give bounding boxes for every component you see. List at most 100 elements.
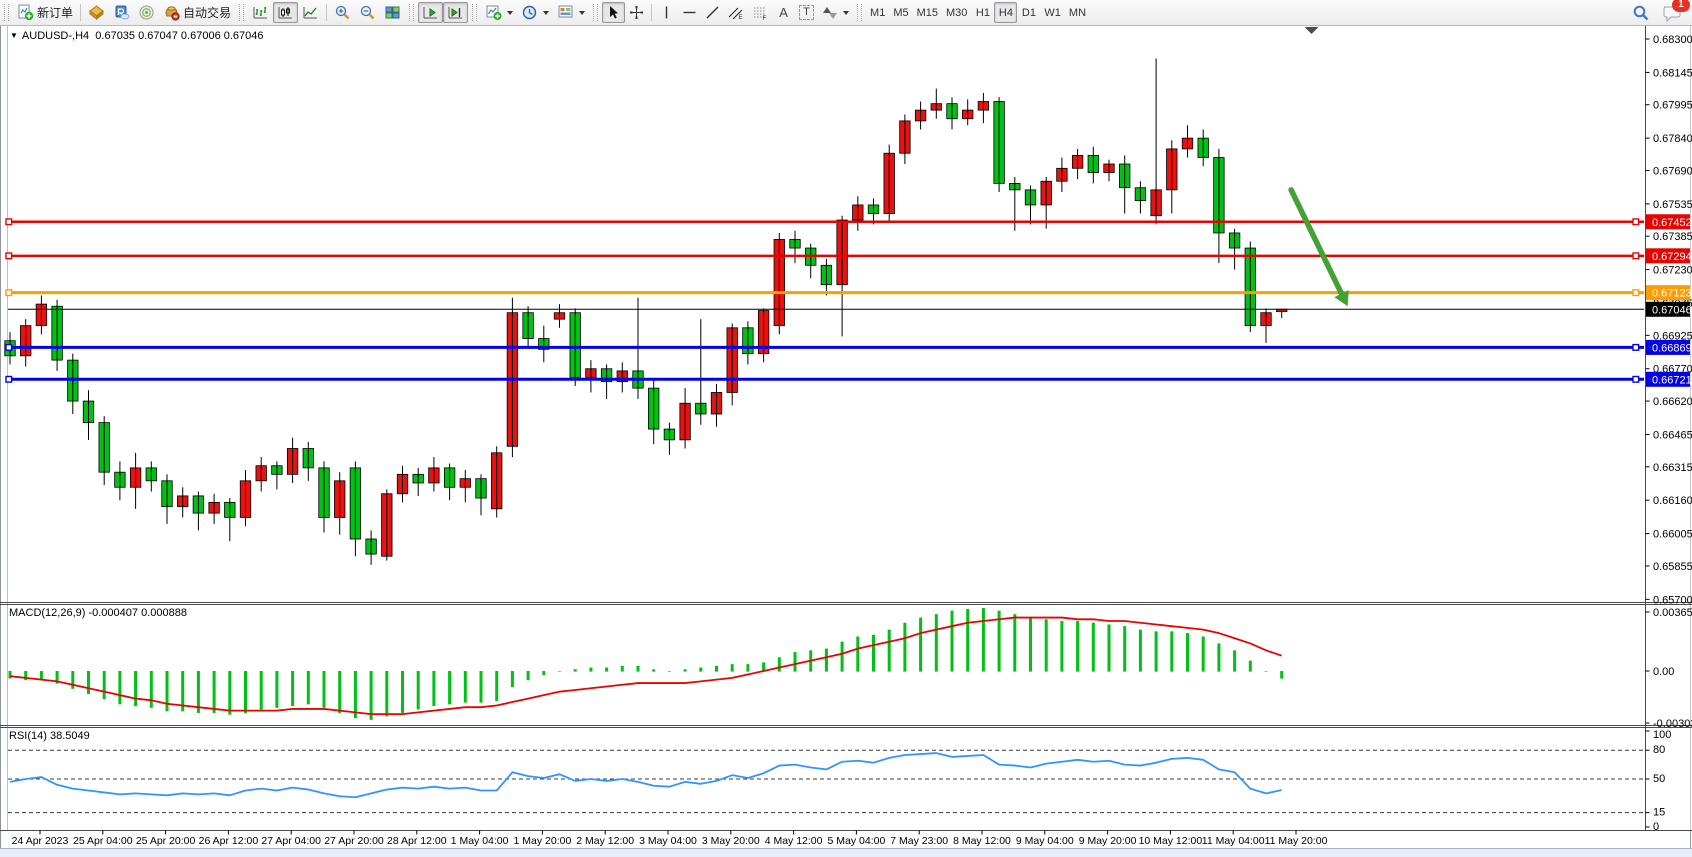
tile-windows-button[interactable] [380, 2, 405, 23]
toolbar-grip[interactable] [472, 4, 477, 21]
zoom-out-button[interactable] [355, 2, 380, 23]
price-badge-label: 0.66721 [1652, 374, 1692, 386]
timeframe-label: W1 [1044, 7, 1061, 19]
indicators-button[interactable] [481, 2, 517, 23]
line-anchor[interactable] [6, 377, 12, 383]
price-axis-tick: 0.67385 [1653, 231, 1692, 243]
channel-icon: E [728, 5, 744, 21]
line-chart-icon [302, 4, 319, 21]
text-button[interactable]: A [772, 2, 795, 23]
search-icon[interactable] [1632, 4, 1650, 22]
macd-axis-tick: 0.00 [1653, 666, 1674, 678]
timeframe-m15[interactable]: M15 [913, 2, 942, 23]
fibonacci-icon: F [752, 5, 768, 21]
timeframe-h4[interactable]: H4 [994, 2, 1017, 23]
cursor-icon [606, 5, 621, 20]
line-anchor[interactable] [1633, 377, 1639, 383]
signals-button[interactable] [109, 2, 134, 23]
price-axis-tick: 0.65700 [1653, 594, 1692, 606]
autotrading-button[interactable]: 自动交易 [159, 2, 235, 23]
rsi-axis-tick: 50 [1653, 773, 1665, 785]
candlestick-icon [277, 4, 294, 21]
line-anchor[interactable] [1633, 345, 1639, 351]
trendline-icon [705, 5, 720, 20]
timeframe-w1[interactable]: W1 [1040, 2, 1065, 23]
auto-scroll-button[interactable] [418, 2, 443, 23]
time-axis-tick: 11 May 20:00 [1265, 835, 1328, 847]
chart-title: ▼AUDUSD-,H4 0.67035 0.67047 0.67006 0.67… [10, 30, 264, 42]
timeframe-label: D1 [1022, 7, 1036, 19]
chevron-down-icon [843, 11, 849, 15]
timeframe-h1[interactable]: H1 [971, 2, 994, 23]
time-axis-tick: 8 May 12:00 [953, 835, 1011, 847]
time-axis-tick: 3 May 20:00 [702, 835, 760, 847]
crosshair-button[interactable] [625, 2, 648, 23]
line-anchor[interactable] [1633, 219, 1639, 225]
vertical-line-button[interactable] [655, 2, 678, 23]
chart-shift-button[interactable] [443, 2, 468, 23]
chart-area[interactable]: 0.683000.681450.679950.678400.676900.675… [0, 0, 1692, 857]
timeframe-label: M5 [893, 7, 908, 19]
line-chart-button[interactable] [298, 2, 323, 23]
notification-badge: 1 [1672, 0, 1690, 12]
community-button[interactable] [134, 2, 159, 23]
line-anchor[interactable] [1633, 253, 1639, 259]
line-anchor[interactable] [6, 219, 12, 225]
price-axis-tick: 0.68145 [1653, 67, 1692, 79]
timeframe-group: M1 M5 M15 M30 H1H4 D1 W1 MN [866, 2, 1090, 23]
line-anchor[interactable] [6, 345, 12, 351]
timeframe-m5[interactable]: M5 [889, 2, 912, 23]
line-anchor[interactable] [6, 253, 12, 259]
timeframe-label: M30 [946, 7, 967, 19]
market-button[interactable] [84, 2, 109, 23]
price-axis-tick: 0.67230 [1653, 265, 1692, 277]
rsi-indicator-label: RSI(14) 38.5049 [9, 730, 90, 742]
time-axis-tick: 9 May 04:00 [1016, 835, 1074, 847]
time-axis-tick: 26 Apr 12:00 [199, 835, 259, 847]
rsi-axis-tick: 100 [1653, 729, 1671, 741]
price-axis-tick: 0.66465 [1653, 429, 1692, 441]
periods-button[interactable] [517, 2, 553, 23]
toolbar-grip[interactable] [409, 4, 414, 21]
toolbar-grip[interactable] [239, 4, 244, 21]
bar-chart-button[interactable] [248, 2, 273, 23]
zoom-in-button[interactable] [330, 2, 355, 23]
shapes-button[interactable] [818, 2, 853, 23]
templates-icon [557, 4, 574, 21]
timeframe-label: MN [1069, 7, 1086, 19]
trendline-button[interactable] [701, 2, 724, 23]
cursor-button[interactable] [602, 2, 625, 23]
timeframe-d1[interactable]: D1 [1017, 2, 1040, 23]
channel-button[interactable]: E [724, 2, 748, 23]
fibonacci-button[interactable]: F [748, 2, 772, 23]
candlestick-chart-button[interactable] [273, 2, 298, 23]
macd-indicator-label: MACD(12,26,9) -0.000407 0.000888 [9, 607, 187, 619]
bar-chart-icon [252, 4, 269, 21]
chat-button[interactable]: 1 [1662, 4, 1682, 22]
timeframe-mn[interactable]: MN [1065, 2, 1090, 23]
toolbar-grip[interactable] [593, 4, 598, 21]
toolbar-grip[interactable] [4, 4, 9, 21]
timeframe-m30[interactable]: M30 [942, 2, 971, 23]
chevron-down-icon [543, 11, 549, 15]
timeframe-m1[interactable]: M1 [866, 2, 889, 23]
macd-axis-tick: 0.003655 [1653, 607, 1692, 619]
toolbar-grip[interactable] [857, 4, 862, 21]
templates-button[interactable] [553, 2, 589, 23]
svg-text:F: F [763, 16, 767, 21]
price-badge-label: 0.67123 [1652, 288, 1692, 300]
label-icon: T [799, 5, 814, 20]
horizontal-line-button[interactable] [678, 2, 701, 23]
price-badge-label: 0.67452 [1652, 217, 1692, 229]
line-anchor[interactable] [6, 290, 12, 296]
signals-icon [113, 4, 130, 21]
time-axis-tick: 27 Apr 20:00 [324, 835, 384, 847]
chart-window [0, 26, 1692, 857]
line-anchor[interactable] [1633, 290, 1639, 296]
price-badge-label: 0.67046 [1652, 304, 1692, 316]
new-order-button[interactable]: 新订单 [13, 2, 77, 23]
price-axis-tick: 0.66315 [1653, 462, 1692, 474]
price-axis-tick: 0.67840 [1653, 133, 1692, 145]
label-button[interactable]: T [795, 2, 818, 23]
price-badge-label: 0.66869 [1652, 342, 1692, 354]
